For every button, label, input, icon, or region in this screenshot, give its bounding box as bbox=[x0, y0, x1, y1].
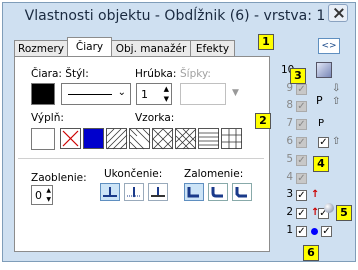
fill-label: Výplň: bbox=[31, 112, 64, 124]
stepper-arrows-icon[interactable]: ▲ ▼ bbox=[164, 84, 169, 104]
window-title: Vlastnosti objektu - Obdĺžnik (6) - vrst… bbox=[24, 8, 326, 24]
layer-row-num: 2 bbox=[286, 206, 293, 218]
layer-row-num: 3 bbox=[286, 188, 293, 200]
layer-checkbox[interactable]: ✓ bbox=[296, 84, 307, 95]
layer-checkbox[interactable]: ✓ bbox=[296, 190, 307, 201]
rounding-label: Zaoblenie: bbox=[31, 172, 87, 184]
arrows-select[interactable] bbox=[180, 83, 226, 105]
fill-color-swatch[interactable] bbox=[31, 128, 55, 150]
callout-badge: 4 bbox=[313, 156, 329, 172]
layer-row-num: 1 bbox=[286, 224, 293, 236]
callout-badge: 2 bbox=[255, 113, 271, 129]
layer-checkbox[interactable]: ✓ bbox=[296, 226, 307, 237]
layer-checkbox[interactable]: ✓ bbox=[296, 101, 307, 112]
arrow-down-icon[interactable]: ⇩ bbox=[332, 84, 340, 94]
active-dot-icon bbox=[311, 228, 318, 235]
sphere-icon[interactable] bbox=[324, 203, 334, 213]
join-icons bbox=[187, 187, 247, 198]
cap-icons bbox=[103, 187, 165, 198]
rounding-input[interactable]: 0 ▲ ▼ bbox=[31, 185, 53, 205]
line-width-input[interactable]: 1 ▲ ▼ bbox=[136, 83, 172, 105]
line-width-label: Hrúbka: bbox=[135, 68, 177, 80]
pattern-label: Vzorka: bbox=[135, 112, 175, 124]
layer-checkbox[interactable]: ✓ bbox=[296, 208, 307, 219]
layer-checkbox[interactable]: ✓ bbox=[296, 155, 307, 166]
arrow-up-icon[interactable]: ⇧ bbox=[332, 137, 340, 147]
separator bbox=[18, 158, 264, 159]
line-width-value: 1 bbox=[141, 88, 148, 101]
layers-stack-icon[interactable] bbox=[316, 62, 332, 78]
line-style-select[interactable]: ⌄ bbox=[61, 83, 131, 105]
layer-p-label: P bbox=[316, 94, 323, 107]
layer-row-num: 5 bbox=[286, 153, 293, 165]
tab-rozmery[interactable]: Rozmery bbox=[14, 40, 68, 57]
arrow-up-icon[interactable]: ⇧ bbox=[332, 97, 340, 107]
line-color-swatch[interactable] bbox=[31, 83, 55, 105]
pattern-swatches[interactable] bbox=[60, 128, 242, 150]
callout-badge: 5 bbox=[336, 205, 352, 221]
close-button[interactable] bbox=[328, 4, 348, 22]
layer-checkbox[interactable]: ✓ bbox=[321, 226, 332, 237]
pattern-solid-swatch bbox=[83, 128, 104, 149]
callout-badge: 1 bbox=[258, 34, 274, 50]
caps-label: Ukončenie: bbox=[104, 168, 163, 180]
tab-obj-manazer[interactable]: Obj. manažér bbox=[111, 40, 191, 57]
layer-row-num: 7 bbox=[286, 117, 293, 129]
layer-checkbox[interactable]: ✓ bbox=[296, 137, 307, 148]
arrows-label: Šípky: bbox=[180, 68, 211, 80]
line-style-label: Čiara: Štýl: bbox=[31, 68, 89, 80]
stepper-arrows-icon[interactable]: ▲ ▼ bbox=[46, 186, 51, 204]
pattern-horizontal-swatch bbox=[198, 128, 219, 149]
rounding-value: 0 bbox=[35, 189, 42, 202]
line-style-sample bbox=[68, 94, 112, 95]
callout-badge: 6 bbox=[303, 245, 319, 261]
tab-efekty[interactable]: Efekty bbox=[190, 40, 235, 57]
layer-row-num: 8 bbox=[286, 99, 293, 111]
layer-checkbox[interactable]: ✓ bbox=[296, 173, 307, 184]
layer-checkbox[interactable]: ✓ bbox=[296, 119, 307, 130]
tab-ciary[interactable]: Čiary bbox=[67, 37, 112, 57]
arrows-chevron-icon: ▼ bbox=[232, 88, 239, 98]
joins-label: Zalomenie: bbox=[184, 168, 244, 180]
callout-badge: 3 bbox=[290, 68, 306, 84]
chevron-down-icon: ⌄ bbox=[117, 87, 126, 98]
nav-toggle-button[interactable]: <> bbox=[318, 38, 340, 54]
red-up-arrow-icon: ↑ bbox=[311, 189, 320, 200]
layer-row-num: 4 bbox=[286, 171, 293, 183]
current-layer-checkbox[interactable]: ✓ bbox=[318, 137, 329, 148]
pattern-grid-swatch bbox=[221, 128, 242, 149]
layer-row-num: 6 bbox=[286, 135, 293, 147]
layer-p-label: P bbox=[318, 118, 325, 129]
